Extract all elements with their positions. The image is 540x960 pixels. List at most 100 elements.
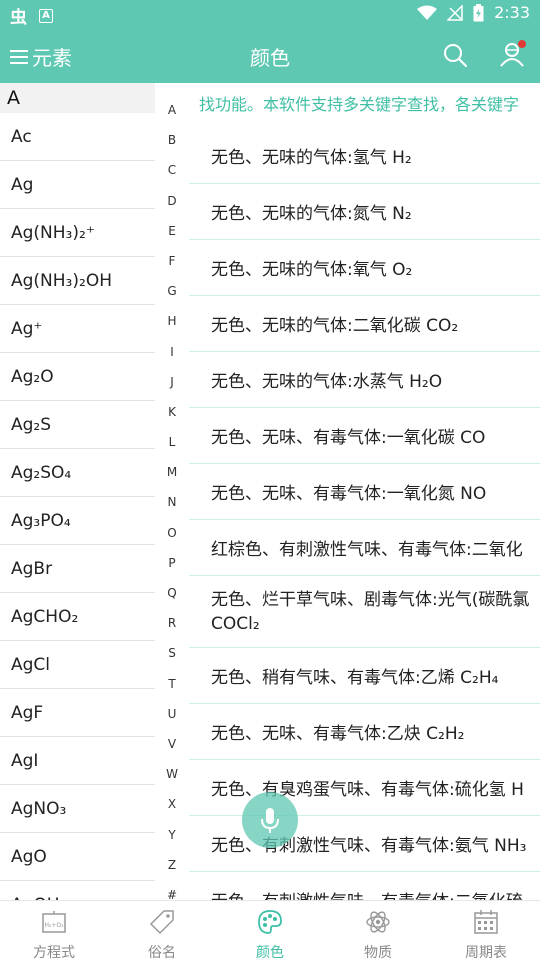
- color-list-item[interactable]: 无色、无味的气体:氢气 H₂: [189, 127, 540, 184]
- index-letter[interactable]: N: [155, 487, 189, 517]
- index-letter[interactable]: W: [155, 759, 189, 789]
- notification-a-icon: A: [39, 8, 53, 23]
- color-item-text: 无色、无味的气体:氮气 N₂: [211, 204, 412, 224]
- color-item-text: 无色、无味、有毒气体:一氧化氮 NO: [211, 484, 487, 504]
- equation-icon: H₂+O₂: [40, 908, 68, 940]
- index-letter[interactable]: V: [155, 729, 189, 759]
- index-letter[interactable]: D: [155, 186, 189, 216]
- color-list-item[interactable]: 无色、无味、有毒气体:一氧化氮 NO: [189, 464, 540, 520]
- index-letter[interactable]: M: [155, 457, 189, 487]
- color-list[interactable]: 找功能。本软件支持多关键字查找，各关键字 无色、无味的气体:氢气 H₂ 无色、无味…: [189, 83, 540, 900]
- color-item-text: 无色、稍有气味、有毒气体:乙烯 C₂H₄: [211, 668, 499, 688]
- atom-icon: [364, 908, 392, 940]
- formula-list-item[interactable]: Ag₂SO₄: [0, 449, 155, 497]
- formula-list-item[interactable]: AgO: [0, 833, 155, 881]
- search-icon[interactable]: [442, 42, 468, 68]
- formula-list-item[interactable]: Ag⁺: [0, 305, 155, 353]
- index-letter[interactable]: C: [155, 155, 189, 185]
- element-menu-button[interactable]: 元素: [10, 42, 72, 71]
- color-list-item[interactable]: 无色、无味的气体:水蒸气 H₂O: [189, 352, 540, 408]
- index-letter[interactable]: R: [155, 608, 189, 638]
- color-item-text: 无色、无味、有毒气体:一氧化碳 CO: [211, 428, 486, 448]
- formula-list-item[interactable]: AgCHO₂: [0, 593, 155, 641]
- index-letter[interactable]: P: [155, 548, 189, 578]
- wifi-icon: [417, 5, 438, 20]
- table-icon: [472, 908, 500, 940]
- formula-list-item[interactable]: AgOH: [0, 881, 155, 900]
- svg-text:H₂+O₂: H₂+O₂: [44, 922, 64, 929]
- index-letter[interactable]: O: [155, 518, 189, 548]
- index-letter[interactable]: S: [155, 638, 189, 668]
- nav-tab-tag[interactable]: 俗名: [108, 901, 216, 960]
- index-letter[interactable]: Q: [155, 578, 189, 608]
- nav-tab-label: 颜色: [256, 945, 284, 960]
- index-letter[interactable]: I: [155, 337, 189, 367]
- menu-icon: [10, 49, 28, 65]
- color-item-text: COCl₂: [211, 613, 260, 634]
- nav-tab-label: 方程式: [33, 945, 75, 960]
- section-header: A: [0, 83, 155, 113]
- index-letter[interactable]: H: [155, 306, 189, 336]
- battery-icon: [473, 3, 484, 21]
- color-list-item[interactable]: 无色、无味的气体:二氧化碳 CO₂: [189, 296, 540, 352]
- color-item-text: 无色、无味的气体:氢气 H₂: [211, 147, 412, 168]
- bottom-nav: H₂+O₂ 方程式 俗名 颜色 物质 周期表: [0, 900, 540, 960]
- color-item-text: 无色、无味、有毒气体:乙炔 C₂H₂: [211, 724, 465, 744]
- index-letter[interactable]: E: [155, 216, 189, 246]
- color-list-item[interactable]: 无色、无味、有毒气体:乙炔 C₂H₂: [189, 704, 540, 760]
- color-list-item[interactable]: 无色、无味的气体:氧气 O₂: [189, 240, 540, 296]
- menu-label: 元素: [32, 46, 72, 70]
- formula-list-item[interactable]: AgCl: [0, 641, 155, 689]
- bug-icon: 虫: [10, 8, 27, 28]
- formula-list[interactable]: A Ac Ag Ag(NH₃)₂⁺ Ag(NH₃)₂OH Ag⁺ Ag₂O Ag₂S Ag₂S…: [0, 83, 155, 900]
- index-letter[interactable]: J: [155, 367, 189, 397]
- index-letter[interactable]: Z: [155, 850, 189, 880]
- formula-list-item[interactable]: Ag: [0, 161, 155, 209]
- nav-tab-palette[interactable]: 颜色: [216, 901, 324, 960]
- formula-list-item[interactable]: Ag(NH₃)₂OH: [0, 257, 155, 305]
- no-signal-icon: [447, 4, 463, 21]
- index-letter[interactable]: L: [155, 427, 189, 457]
- color-list-item[interactable]: 无色、稍有气味、有毒气体:乙烯 C₂H₄: [189, 648, 540, 704]
- tag-icon: [148, 908, 176, 940]
- index-letter[interactable]: X: [155, 789, 189, 819]
- nav-tab-atom[interactable]: 物质: [324, 901, 432, 960]
- formula-list-item[interactable]: Ag₃PO₄: [0, 497, 155, 545]
- voice-search-button[interactable]: [242, 792, 298, 848]
- color-list-item[interactable]: 无色、无味的气体:氮气 N₂: [189, 184, 540, 240]
- color-list-item[interactable]: 无色、无味、有毒气体:一氧化碳 CO: [189, 408, 540, 464]
- color-list-item[interactable]: 红棕色、有刺激性气味、有毒气体:二氧化: [189, 520, 540, 576]
- formula-list-item[interactable]: AgBr: [0, 545, 155, 593]
- formula-list-item[interactable]: Ag₂O: [0, 353, 155, 401]
- index-letter[interactable]: A: [155, 95, 189, 125]
- notification-badge: [518, 40, 526, 48]
- index-letter[interactable]: K: [155, 397, 189, 427]
- app-bar: 元素 颜色: [0, 28, 540, 83]
- index-letter[interactable]: Y: [155, 820, 189, 850]
- color-item-text: 红棕色、有刺激性气味、有毒气体:二氧化: [211, 540, 523, 560]
- formula-list-item[interactable]: Ac: [0, 113, 155, 161]
- alphabet-index[interactable]: A B C D E F G H I J K L M N O P Q R S T U V W X Y Z #: [155, 95, 189, 903]
- formula-list-item[interactable]: AgF: [0, 689, 155, 737]
- color-list-item[interactable]: 无色、烂干草气味、剧毒气体:光气(碳酰氯 COCl₂: [189, 576, 540, 648]
- index-letter[interactable]: U: [155, 699, 189, 729]
- index-letter[interactable]: F: [155, 246, 189, 276]
- index-letter[interactable]: T: [155, 669, 189, 699]
- color-item-text: 无色、烂干草气味、剧毒气体:光气(碳酰氯: [211, 589, 530, 610]
- nav-tab-label: 俗名: [148, 945, 176, 960]
- formula-list-item[interactable]: AgI: [0, 737, 155, 785]
- index-letter[interactable]: B: [155, 125, 189, 155]
- nav-tab-table[interactable]: 周期表: [432, 901, 540, 960]
- formula-list-item[interactable]: Ag(NH₃)₂⁺: [0, 209, 155, 257]
- nav-tab-equation[interactable]: H₂+O₂ 方程式: [0, 901, 108, 960]
- status-time: 2:33: [494, 3, 530, 22]
- color-list-item[interactable]: 无色、有刺激性气味、有毒气体:二氧化硫: [189, 872, 540, 900]
- color-item-text: 无色、无味的气体:水蒸气 H₂O: [211, 372, 443, 392]
- palette-icon: [256, 908, 284, 940]
- index-letter[interactable]: G: [155, 276, 189, 306]
- formula-list-item[interactable]: Ag₂S: [0, 401, 155, 449]
- nav-tab-label: 物质: [364, 945, 392, 960]
- nav-tab-label: 周期表: [465, 945, 507, 960]
- status-bar: 虫 A 2:33: [0, 0, 540, 28]
- formula-list-item[interactable]: AgNO₃: [0, 785, 155, 833]
